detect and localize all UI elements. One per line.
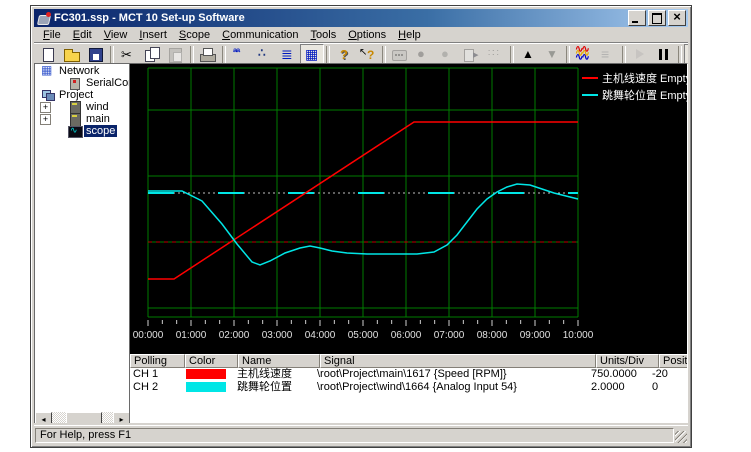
- cell-name: 跳舞轮位置: [234, 381, 314, 394]
- toolbar-separator: [326, 46, 330, 64]
- scope-canvas[interactable]: 00:000 01:000 02:000 03:000 04:000 05:000 06:0…: [130, 64, 688, 354]
- x-tick-label: 07:000: [434, 330, 465, 341]
- x-tick-label: 06:000: [391, 330, 422, 341]
- column-header-name[interactable]: Name: [238, 354, 320, 368]
- menu-file[interactable]: File: [37, 28, 67, 42]
- x-tick-label: 10:000: [563, 330, 594, 341]
- table-row[interactable]: CH 2 跳舞轮位置\root\Project\wind\1664 {Analog…: [130, 381, 687, 394]
- x-tick-label: 05:000: [348, 330, 379, 341]
- network-icon: [41, 65, 55, 77]
- maximize-button[interactable]: [648, 10, 666, 26]
- status-text: For Help, press F1: [35, 428, 674, 443]
- x-tick-label: 08:000: [477, 330, 508, 341]
- resize-grip[interactable]: [675, 431, 687, 443]
- scope-plot[interactable]: 00:000 01:000 02:000 03:000 04:000 05:000 06:0…: [130, 64, 688, 354]
- tree-item-label: scope: [84, 125, 117, 137]
- screen: FC301.ssp - MCT 10 Set-up Software FileE…: [0, 0, 751, 452]
- cell-signal: \root\Project\main\1617 {Speed [RPM]}: [314, 368, 588, 381]
- toolbar-separator: [382, 46, 386, 64]
- cell-signal: \root\Project\wind\1664 {Analog Input 54…: [314, 381, 588, 394]
- column-header-polling[interactable]: Polling: [130, 354, 185, 368]
- cell-units-div: 750.0000: [588, 368, 649, 381]
- tree-item-label: SerialCom: [84, 77, 130, 89]
- menu-view[interactable]: View: [98, 28, 134, 42]
- column-header-units-div[interactable]: Units/Div: [596, 354, 659, 368]
- menu-communication[interactable]: Communication: [216, 28, 304, 42]
- tree-item-network[interactable]: Network: [35, 65, 130, 77]
- cell-position: 0: [649, 381, 688, 394]
- expand-icon[interactable]: +: [40, 102, 51, 113]
- tree-item-scope[interactable]: scope: [35, 125, 130, 137]
- cell-polling: CH 2: [130, 381, 183, 394]
- toolbar-separator: [678, 46, 682, 64]
- column-header-signal[interactable]: Signal: [320, 354, 596, 368]
- toolbar-separator: [190, 46, 194, 64]
- cell-polling: CH 1: [130, 368, 183, 381]
- x-tick-label: 04:000: [305, 330, 336, 341]
- tree-item-wind[interactable]: + wind: [35, 101, 130, 113]
- toolbar-separator: [510, 46, 514, 64]
- menu-scope[interactable]: Scope: [173, 28, 216, 42]
- app-icon: [37, 12, 51, 25]
- menu-bar: FileEditViewInsertScopeCommunicationTool…: [34, 27, 688, 42]
- toolbar-separator: [622, 46, 626, 64]
- x-tick-label: 01:000: [176, 330, 207, 341]
- tree-item-serialcom[interactable]: SerialCom: [35, 77, 130, 89]
- menu-edit[interactable]: Edit: [67, 28, 98, 42]
- minimize-button[interactable]: [628, 10, 646, 26]
- legend-entry: 跳舞轮位置 Empty: [602, 88, 688, 102]
- x-tick-label: 00:000: [133, 330, 164, 341]
- color-cell: [183, 368, 234, 381]
- scope-icon: [68, 125, 82, 137]
- table-row[interactable]: CH 1 主机线速度\root\Project\main\1617 {Speed …: [130, 368, 687, 381]
- channel-color-swatch: [186, 382, 226, 392]
- x-tick-label: 03:000: [262, 330, 293, 341]
- status-bar: For Help, press F1: [34, 425, 688, 444]
- drive-icon: [68, 101, 82, 113]
- column-header-position[interactable]: Position: [659, 354, 688, 368]
- cell-name: 主机线速度: [234, 368, 314, 381]
- menu-options[interactable]: Options: [342, 28, 392, 42]
- toolbar-separator: [110, 46, 114, 64]
- serial-icon: [68, 77, 82, 89]
- title-bar[interactable]: FC301.ssp - MCT 10 Set-up Software: [34, 9, 688, 27]
- color-cell: [183, 381, 234, 394]
- scope-pane: 00:000 01:000 02:000 03:000 04:000 05:000 06:0…: [129, 63, 688, 428]
- expand-icon[interactable]: +: [40, 114, 51, 125]
- tree-item-label: wind: [84, 101, 111, 113]
- legend-entry: 主机线速度 Empty: [602, 71, 688, 85]
- table-header-row: PollingColorNameSignalUnits/DivPosition: [130, 354, 687, 368]
- window-title: FC301.ssp - MCT 10 Set-up Software: [54, 12, 628, 24]
- app-window: FC301.ssp - MCT 10 Set-up Software FileE…: [30, 5, 692, 448]
- channel-table: PollingColorNameSignalUnits/DivPositionC…: [130, 354, 687, 427]
- close-button[interactable]: [668, 10, 686, 26]
- tree-item-project[interactable]: Project: [35, 89, 130, 101]
- column-header-color[interactable]: Color: [185, 354, 238, 368]
- x-tick-label: 02:000: [219, 330, 250, 341]
- toolbar-separator: [222, 46, 226, 64]
- menu-insert[interactable]: Insert: [133, 28, 173, 42]
- tree-item-label: Network: [57, 65, 101, 77]
- menu-tools[interactable]: Tools: [305, 28, 343, 42]
- tree-item-label: Project: [57, 89, 95, 101]
- x-tick-label: 09:000: [520, 330, 551, 341]
- cell-position: -20: [649, 368, 688, 381]
- project-icon: [41, 89, 55, 101]
- tree-item-label: main: [84, 113, 112, 125]
- toolbar-separator: [566, 46, 570, 64]
- menu-help[interactable]: Help: [392, 28, 427, 42]
- project-tree: NetworkSerialComProject + wind + mainscope: [35, 65, 130, 411]
- channel-color-swatch: [186, 369, 226, 379]
- tree-item-main[interactable]: + main: [35, 113, 130, 125]
- project-tree-pane: NetworkSerialComProject+wind+mainscope ◂…: [34, 63, 131, 428]
- cell-units-div: 2.0000: [588, 381, 649, 394]
